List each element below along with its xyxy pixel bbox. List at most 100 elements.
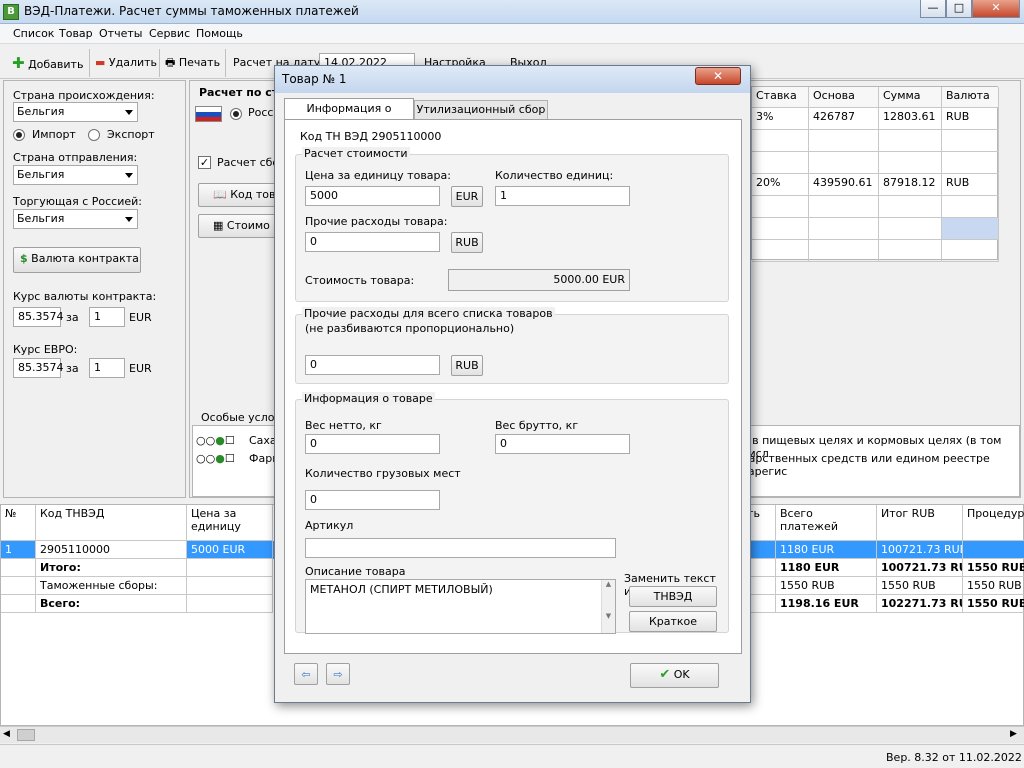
other-input[interactable]: 0 (305, 232, 440, 252)
rates-cell[interactable] (942, 152, 999, 174)
tab-recycling-fee[interactable]: Утилизационный сбор (414, 100, 548, 119)
description-scrollbar[interactable]: ▲ ▼ (601, 580, 615, 633)
rates-header-cell[interactable]: Валюта (942, 87, 999, 108)
export-radio[interactable] (88, 129, 100, 141)
rates-cell[interactable] (752, 218, 809, 240)
menu-list[interactable]: Список (13, 27, 54, 40)
goods-header-cell[interactable]: Итог RUB (877, 505, 963, 541)
rate-input[interactable]: 85.3574 (13, 307, 64, 327)
goods-cell-itog[interactable]: 1550 RUB (877, 577, 963, 595)
ok-button[interactable]: ✔ OK (630, 663, 719, 688)
menu-service[interactable]: Сервис (149, 27, 190, 40)
origin-combo[interactable]: Бельгия (13, 102, 138, 122)
rates-cell[interactable]: RUB (942, 108, 999, 130)
goods-cell-proc[interactable]: 1550 RUB (963, 577, 1024, 595)
rates-cell[interactable]: 12803.61 (879, 108, 942, 130)
add-button[interactable]: ✚ Добавить (12, 53, 83, 73)
rates-cell[interactable] (879, 130, 942, 152)
close-button[interactable]: ✕ (972, 0, 1020, 18)
maximize-button[interactable]: □ (946, 0, 972, 18)
horizontal-scrollbar[interactable]: ◀ ▶ (0, 726, 1024, 743)
rates-cell[interactable] (942, 240, 999, 262)
scroll-thumb[interactable] (17, 729, 35, 741)
dialog-close-button[interactable]: ✕ (695, 67, 741, 85)
goods-header-cell[interactable]: Процедуры (963, 505, 1024, 541)
rates-cell[interactable] (752, 240, 809, 262)
rates-cell[interactable] (879, 218, 942, 240)
country-radio[interactable] (230, 108, 242, 120)
import-radio[interactable] (13, 129, 25, 141)
calc-checkbox[interactable]: ✓ (198, 156, 211, 169)
replace-short-button[interactable]: Краткое (629, 611, 717, 632)
article-input[interactable] (305, 538, 616, 558)
rates-cell[interactable]: RUB (942, 174, 999, 196)
rates-cell[interactable]: 87918.12 (879, 174, 942, 196)
rates-header-cell[interactable]: Ставка (752, 87, 809, 108)
rates-cell[interactable] (752, 152, 809, 174)
goods-cell-total[interactable]: 1180 EUR (776, 541, 877, 559)
rates-header-cell[interactable]: Сумма (879, 87, 942, 108)
price-input[interactable]: 5000 (305, 186, 440, 206)
qty-input[interactable]: 1 (495, 186, 630, 206)
all-expenses-input[interactable]: 0 (305, 355, 440, 375)
gross-weight-input[interactable]: 0 (495, 434, 630, 454)
rates-cell[interactable] (879, 240, 942, 262)
goods-cell-price[interactable] (187, 559, 273, 577)
menu-goods[interactable]: Товар (59, 27, 93, 40)
places-input[interactable]: 0 (305, 490, 440, 510)
rates-cell[interactable]: 3% (752, 108, 809, 130)
rates-cell[interactable] (809, 240, 879, 262)
goods-cell-code[interactable]: Таможенные сборы: (36, 577, 187, 595)
goods-cell-total[interactable]: 1198.16 EUR (776, 595, 877, 613)
goods-cell-itog[interactable]: 100721.73 RUB (877, 559, 963, 577)
goods-cell-itog[interactable]: 100721.73 RUB (877, 541, 963, 559)
rates-cell[interactable] (752, 130, 809, 152)
goods-header-cell[interactable]: № (1, 505, 36, 541)
goods-cell-price[interactable] (187, 577, 273, 595)
rates-cell[interactable] (752, 196, 809, 218)
rates-cell[interactable] (879, 152, 942, 174)
goods-cell-code[interactable]: Всего: (36, 595, 187, 613)
other-currency-button[interactable]: RUB (451, 232, 483, 253)
goods-cell-num[interactable] (1, 559, 36, 577)
goods-cell-num[interactable]: 1 (1, 541, 36, 559)
rates-header-cell[interactable]: Основа (809, 87, 879, 108)
menu-reports[interactable]: Отчеты (99, 27, 142, 40)
departure-combo[interactable]: Бельгия (13, 165, 138, 185)
condition-sugar[interactable]: Саха (249, 434, 277, 447)
minimize-button[interactable]: — (920, 0, 946, 18)
next-arrow-icon[interactable]: ⇨ (326, 663, 350, 685)
euro-qty-input[interactable]: 1 (89, 358, 125, 378)
rates-cell[interactable]: 426787 (809, 108, 879, 130)
rates-cell[interactable] (942, 130, 999, 152)
rates-cell[interactable] (809, 152, 879, 174)
arrow-left-icon[interactable]: ◀ (3, 729, 10, 739)
arrow-right-icon[interactable]: ▶ (1010, 729, 1017, 739)
rates-cell[interactable] (809, 130, 879, 152)
description-textarea[interactable]: МЕТАНОЛ (СПИРТ МЕТИЛОВЫЙ) ▲ ▼ (305, 579, 616, 634)
rates-cell[interactable]: 439590.61 (809, 174, 879, 196)
replace-tnved-button[interactable]: ТНВЭД (629, 586, 717, 607)
rates-cell[interactable] (809, 218, 879, 240)
goods-cell-total[interactable]: 1550 RUB (776, 577, 877, 595)
euro-input[interactable]: 85.3574 (13, 358, 64, 378)
net-weight-input[interactable]: 0 (305, 434, 440, 454)
goods-cell-code[interactable]: 2905110000 (36, 541, 187, 559)
currency-contract-button[interactable]: $ Валюта контракта (13, 247, 141, 273)
goods-header-cell[interactable]: Цена за единицу (187, 505, 273, 541)
all-expenses-currency-button[interactable]: RUB (451, 355, 483, 376)
delete-button[interactable]: ▬ Удалить (95, 53, 157, 73)
rates-cell[interactable] (942, 196, 999, 218)
rates-cell[interactable]: 20% (752, 174, 809, 196)
rates-cell[interactable] (942, 218, 999, 240)
print-button[interactable]: 🖶 Печать (165, 53, 220, 73)
price-currency-button[interactable]: EUR (451, 186, 483, 207)
goods-cell-proc[interactable]: 1550 RUB (963, 595, 1024, 613)
goods-header-cell[interactable]: Всего платежей (776, 505, 877, 541)
goods-cell-num[interactable] (1, 577, 36, 595)
goods-cell-proc[interactable]: 1550 RUB (963, 559, 1024, 577)
goods-cell-code[interactable]: Итого: (36, 559, 187, 577)
menu-help[interactable]: Помощь (196, 27, 243, 40)
tab-goods-info[interactable]: Информация о товаре (284, 98, 414, 135)
goods-cell-price[interactable]: 5000 EUR (187, 541, 273, 559)
